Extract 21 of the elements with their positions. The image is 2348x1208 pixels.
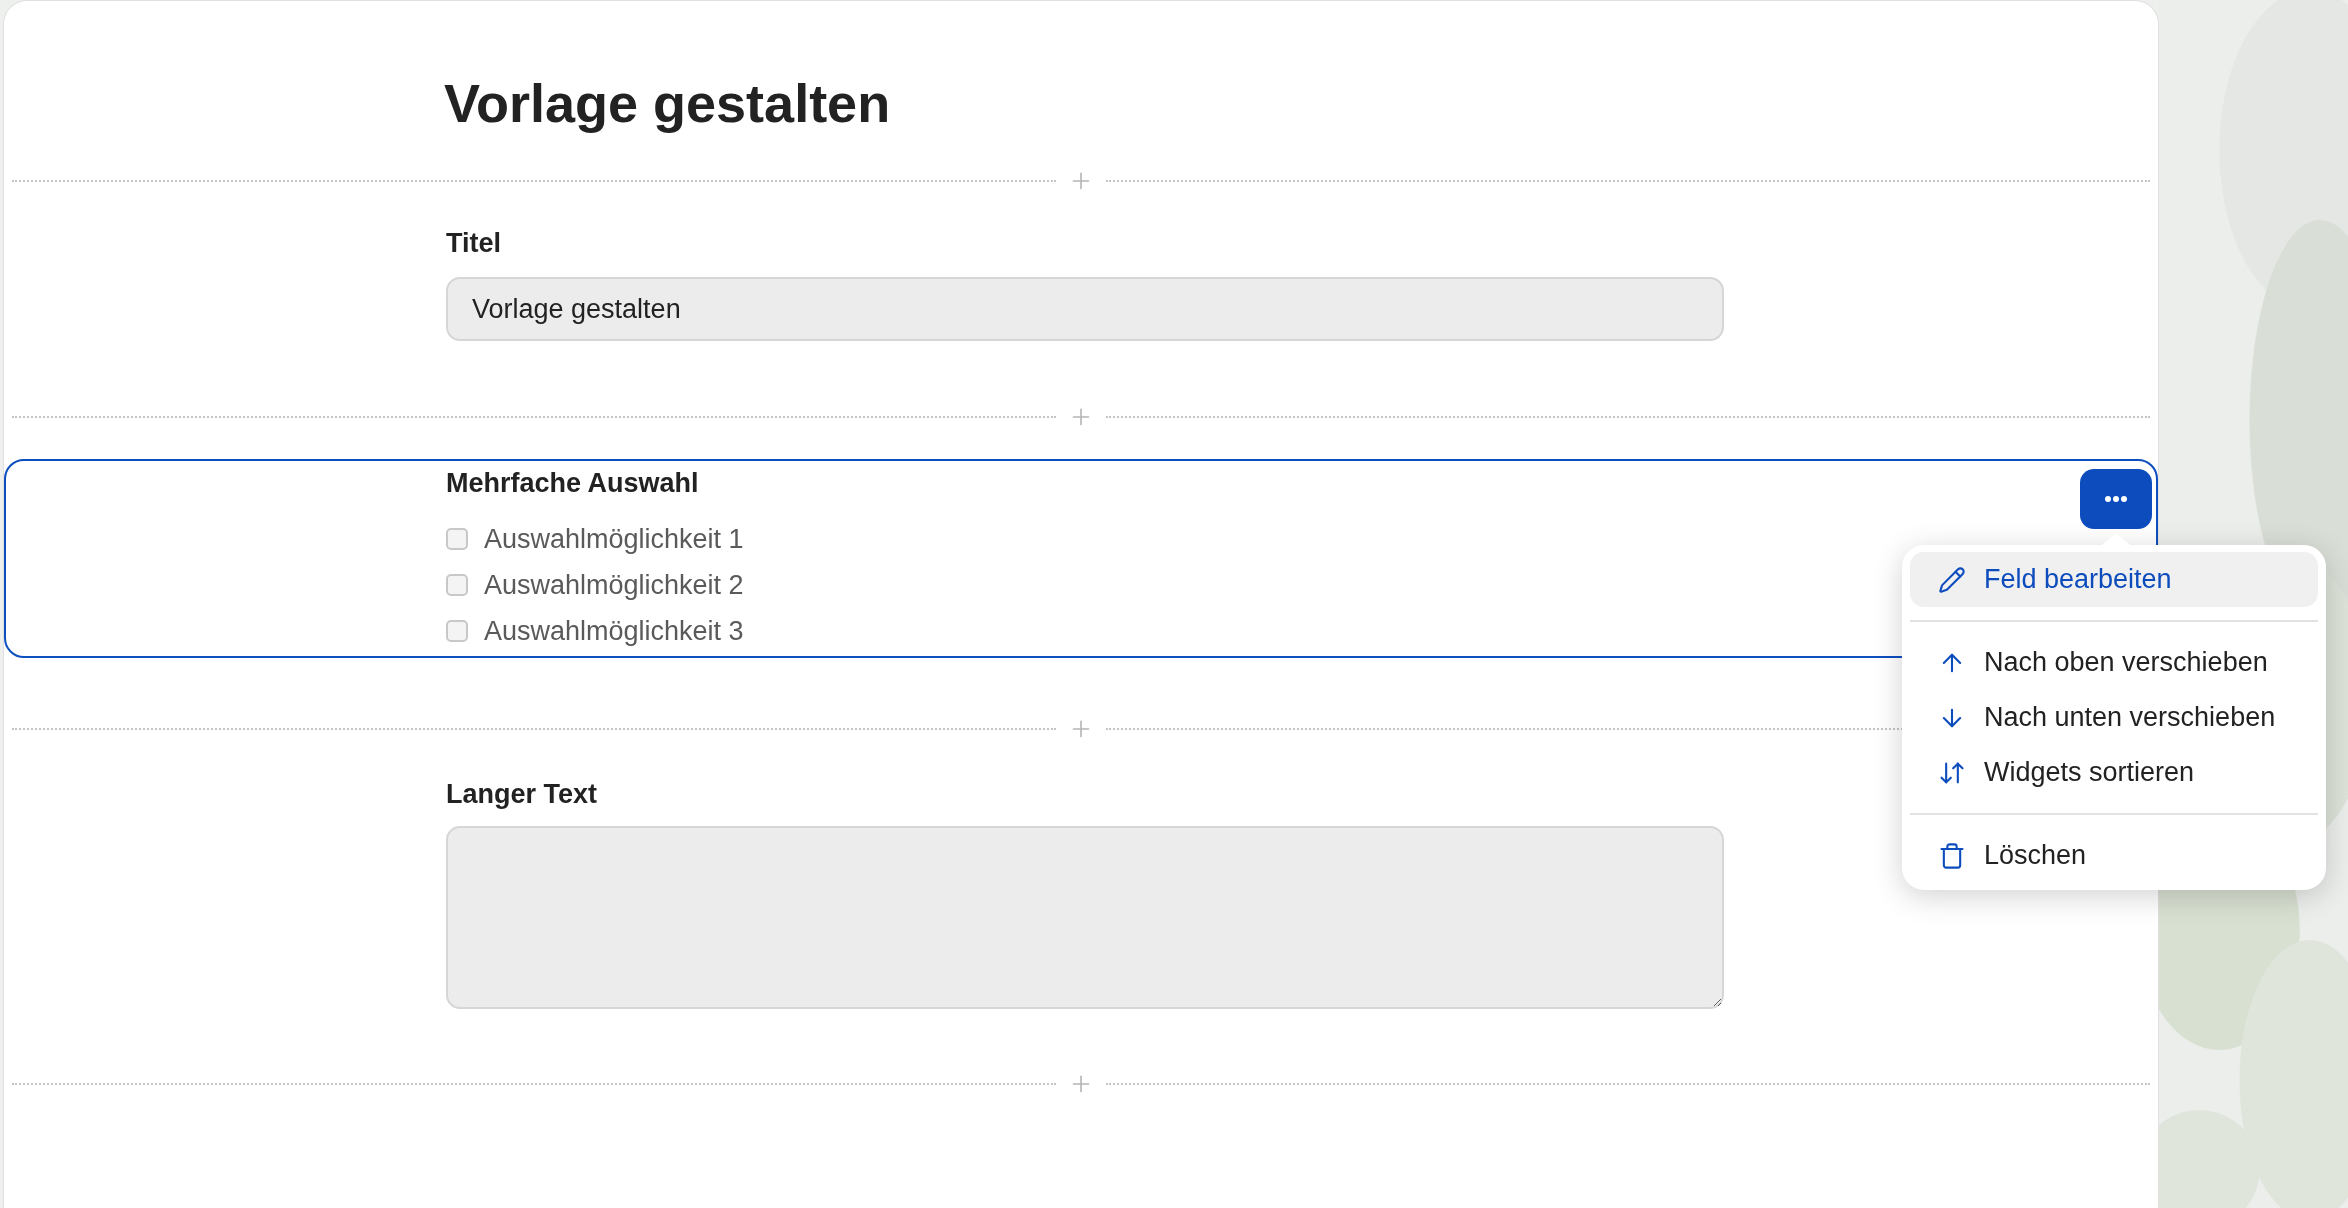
menu-item[interactable]: Löschen — [1910, 828, 2318, 883]
text-area[interactable] — [446, 826, 1724, 1009]
menu-item[interactable]: Nach oben verschieben — [1910, 635, 2318, 690]
menu-item[interactable]: Feld bearbeiten — [1910, 552, 2318, 607]
more-button[interactable] — [2080, 469, 2152, 529]
menu-item[interactable]: Widgets sortieren — [1910, 745, 2318, 800]
more-icon — [2105, 496, 2127, 502]
trash-icon — [1938, 841, 1966, 870]
option-label: Auswahlmöglichkeit 1 — [484, 523, 744, 555]
title-field[interactable]: Vorlage gestalten — [446, 277, 1724, 341]
checkbox[interactable] — [446, 528, 468, 550]
checkbox[interactable] — [446, 574, 468, 596]
field-label: Langer Text — [446, 778, 599, 810]
checkbox[interactable] — [446, 620, 468, 642]
field-label: Titel — [446, 227, 502, 259]
option-label: Auswahlmöglichkeit 2 — [484, 569, 744, 601]
pencil-icon — [1938, 565, 1966, 594]
field-label: Mehrfache Auswahl — [446, 467, 700, 499]
page-title: Vorlage gestalten — [444, 72, 891, 135]
menu-item[interactable]: Nach unten verschieben — [1910, 690, 2318, 745]
option-label: Auswahlmöglichkeit 3 — [484, 615, 744, 647]
